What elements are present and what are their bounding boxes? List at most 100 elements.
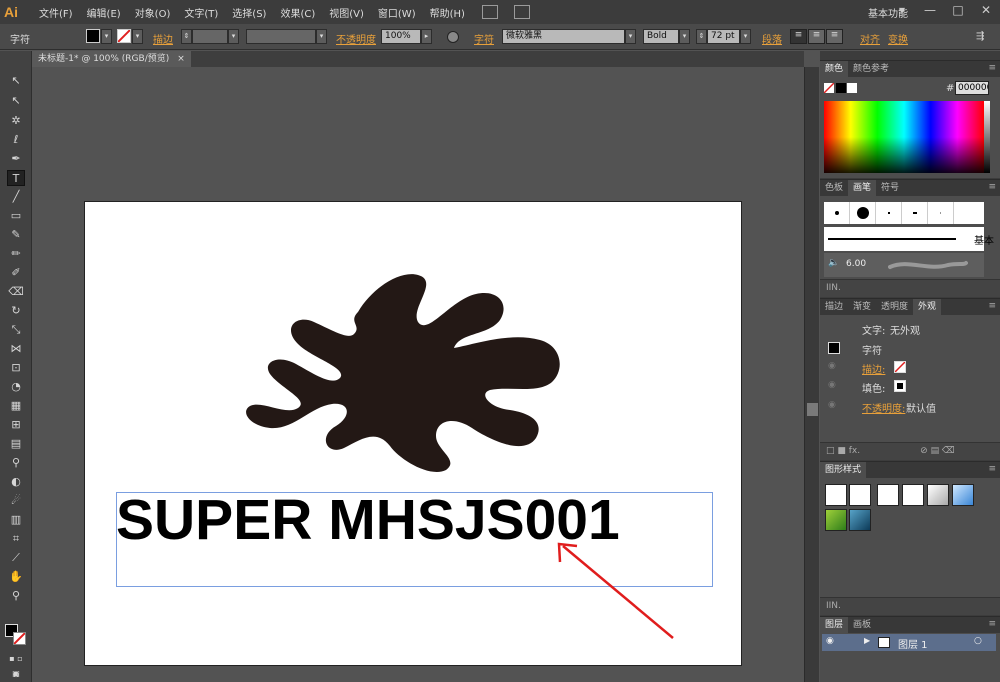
line-tool-icon[interactable]: ╱ [7, 189, 25, 205]
layer-target-icon[interactable]: ○ [974, 636, 982, 646]
tab-brushes[interactable]: 画笔 [848, 180, 877, 196]
blend-tool-icon[interactable]: ◐ [7, 474, 25, 490]
transform-label[interactable]: 变换 [888, 31, 908, 46]
minimize-button[interactable]: — [916, 0, 944, 20]
tab-graphic-styles[interactable]: 图形样式 [820, 462, 867, 478]
white-swatch[interactable] [847, 83, 857, 93]
scroll-thumb[interactable] [807, 403, 818, 416]
eraser-tool-icon[interactable]: ⌫ [7, 284, 25, 300]
brush-dot-fine[interactable] [928, 202, 954, 224]
rotate-tool-icon[interactable]: ↻ [7, 303, 25, 319]
panel-menu-icon[interactable]: ≡ [988, 301, 996, 311]
color-spectrum[interactable] [824, 101, 984, 173]
maximize-button[interactable]: □ [944, 0, 972, 20]
gradient-tool-icon[interactable]: ▤ [7, 436, 25, 452]
workspace-dropdown-icon[interactable]: ▾ [888, 0, 916, 20]
bridge-icon[interactable] [481, 5, 498, 19]
graphic-style-default[interactable] [825, 484, 847, 506]
font-style-dropdown-icon[interactable]: ▾ [679, 29, 690, 44]
menu-select[interactable]: 选择(S) [225, 5, 273, 20]
layer-visibility-eye-icon[interactable]: ◉ [826, 636, 834, 646]
artboard-text[interactable]: SUPER MHSJS001 [116, 487, 620, 553]
menu-edit[interactable]: 编辑(E) [80, 5, 128, 20]
graphic-style-blue-glow[interactable] [952, 484, 974, 506]
lasso-tool-icon[interactable]: ℓ [7, 132, 25, 148]
layer-row[interactable]: ◉ ▶ 图层 1 ○ [822, 634, 996, 651]
vertical-scrollbar[interactable] [804, 67, 819, 682]
hand-tool-icon[interactable]: ✋ [7, 569, 25, 585]
panel-menu-icon[interactable]: ≡ [988, 63, 996, 73]
tab-color[interactable]: 颜色 [820, 61, 849, 77]
appearance-row-fill[interactable]: ◉ 填色: [822, 377, 994, 396]
appearance-row-character[interactable]: 字符 [822, 339, 994, 358]
panel-menu-icon[interactable]: ≡ [988, 619, 996, 629]
screen-mode-icon[interactable]: ▣ [7, 666, 25, 682]
graphic-style-green-texture[interactable] [825, 509, 847, 531]
control-bar-menu-icon[interactable]: ⇶ [976, 31, 984, 42]
menu-window[interactable]: 窗口(W) [371, 5, 423, 20]
appearance-row-stroke[interactable]: ◉ 描边: [822, 358, 994, 377]
mesh-tool-icon[interactable]: ⊞ [7, 417, 25, 433]
font-family-field[interactable]: 微软雅黑 [502, 29, 625, 44]
font-size-dropdown-icon[interactable]: ▾ [740, 29, 751, 44]
grayscale-ramp[interactable] [984, 101, 990, 173]
tab-gradient[interactable]: 渐变 [848, 299, 876, 315]
brush-dot-small[interactable] [824, 202, 850, 224]
variable-width-field[interactable] [246, 29, 316, 44]
brush-dot-large[interactable] [850, 202, 876, 224]
appearance-stroke-swatch[interactable] [894, 361, 906, 373]
graphic-styles-libraries-icon[interactable]: IIN. [826, 601, 841, 611]
tab-swatches[interactable]: 色板 [820, 180, 848, 196]
tab-symbols[interactable]: 符号 [876, 180, 904, 196]
opacity-field[interactable]: 100% [381, 29, 421, 44]
panel-menu-icon[interactable]: ≡ [988, 464, 996, 474]
layer-name[interactable]: 图层 1 [898, 636, 928, 651]
slice-tool-icon[interactable]: ⟋ [7, 550, 25, 566]
variable-width-dropdown-icon[interactable]: ▾ [316, 29, 327, 44]
opacity-label[interactable]: 不透明度 [336, 31, 376, 46]
close-button[interactable]: ✕ [972, 0, 1000, 20]
art-brush-row[interactable]: 🔈 6.00 [824, 253, 984, 277]
stroke-label[interactable]: 描边 [153, 31, 173, 46]
stroke-weight-stepper[interactable]: ⇕ [181, 29, 192, 44]
appearance-fill-swatch[interactable] [894, 380, 906, 392]
toolbox-stroke-swatch[interactable] [13, 632, 26, 645]
selection-tool-icon[interactable]: ↖ [7, 73, 25, 89]
character-label[interactable]: 字符 [474, 31, 494, 46]
brush-libraries-icon[interactable]: IIN. [826, 283, 841, 293]
align-label[interactable]: 对齐 [860, 31, 880, 46]
visibility-eye-icon[interactable]: ◉ [828, 361, 840, 373]
fill-swatch[interactable] [86, 29, 100, 43]
rectangle-tool-icon[interactable]: ▭ [7, 208, 25, 224]
zoom-tool-icon[interactable]: ⚲ [7, 588, 25, 604]
stroke-dropdown-icon[interactable]: ▾ [132, 29, 143, 44]
paragraph-label[interactable]: 段落 [762, 31, 782, 46]
font-style-field[interactable]: Bold [643, 29, 679, 44]
appearance-stroke-label[interactable]: 描边: [862, 361, 885, 376]
stroke-weight-field[interactable] [192, 29, 228, 44]
basic-brush-row[interactable]: 基本 [824, 227, 994, 251]
appearance-row-opacity[interactable]: ◉ 不透明度: 默认值 [822, 397, 994, 416]
menu-help[interactable]: 帮助(H) [423, 5, 472, 20]
font-size-field[interactable]: 72 pt [707, 29, 740, 44]
tab-artboards[interactable]: 画板 [848, 617, 876, 633]
tab-stroke[interactable]: 描边 [820, 299, 848, 315]
stroke-swatch[interactable] [117, 29, 131, 43]
graphic-style-none[interactable] [902, 484, 924, 506]
brush-dash[interactable] [902, 202, 928, 224]
arrange-documents-icon[interactable] [513, 5, 530, 19]
panel-menu-icon[interactable]: ≡ [988, 182, 996, 192]
pencil-tool-icon[interactable]: ✏ [7, 246, 25, 262]
blob-brush-tool-icon[interactable]: ✐ [7, 265, 25, 281]
font-family-dropdown-icon[interactable]: ▾ [625, 29, 636, 44]
artboard-tool-icon[interactable]: ⌗ [7, 531, 25, 547]
expand-layer-icon[interactable]: ▶ [864, 636, 870, 645]
menu-file[interactable]: 文件(F) [32, 5, 80, 20]
align-left-icon[interactable]: ≡ [790, 29, 807, 44]
paintbrush-tool-icon[interactable]: ✎ [7, 227, 25, 243]
align-center-icon[interactable]: ≡ [808, 29, 825, 44]
graphic-style-default-text[interactable] [849, 484, 871, 506]
direct-selection-tool-icon[interactable]: ↖ [7, 93, 25, 109]
type-tool-icon[interactable]: T [7, 170, 25, 186]
appearance-opacity-label[interactable]: 不透明度: [862, 400, 905, 415]
